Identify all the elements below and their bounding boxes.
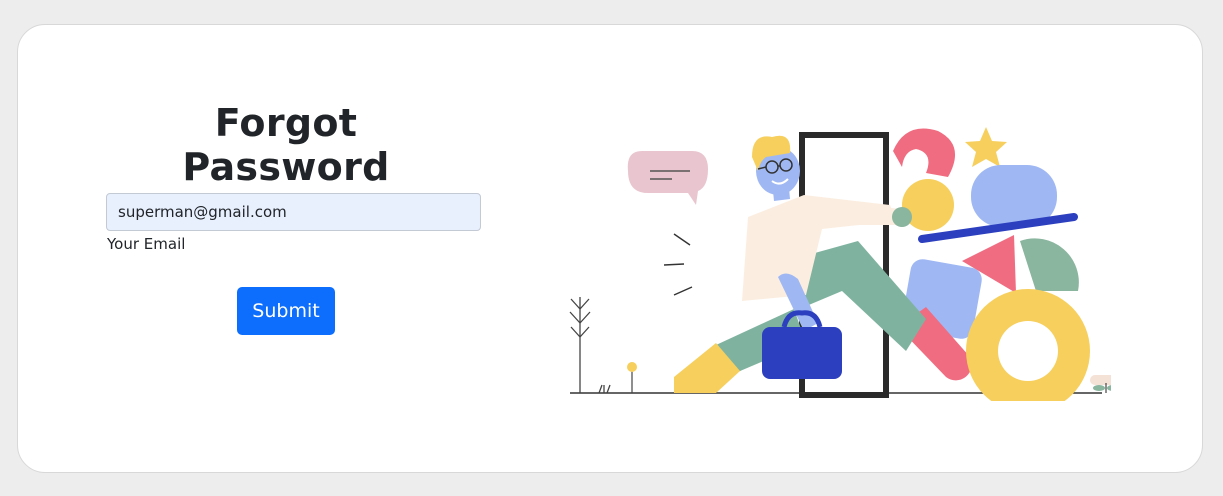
- speech-bubble-icon: [627, 151, 708, 205]
- motion-lines: [663, 233, 693, 296]
- submit-button[interactable]: Submit: [237, 287, 335, 335]
- page-title: Forgot Password: [182, 101, 390, 189]
- plant-right: [1090, 375, 1111, 393]
- email-input[interactable]: [106, 193, 481, 231]
- abstract-shapes: [893, 127, 1090, 401]
- email-label: Your Email: [107, 235, 186, 253]
- person-walking-through-door-illustration: [569, 127, 1111, 401]
- plant-left: [569, 297, 611, 394]
- flower-icon: [627, 362, 637, 372]
- forgot-password-card: Forgot Password Your Email Submit: [17, 24, 1203, 473]
- briefcase-icon: [762, 327, 842, 379]
